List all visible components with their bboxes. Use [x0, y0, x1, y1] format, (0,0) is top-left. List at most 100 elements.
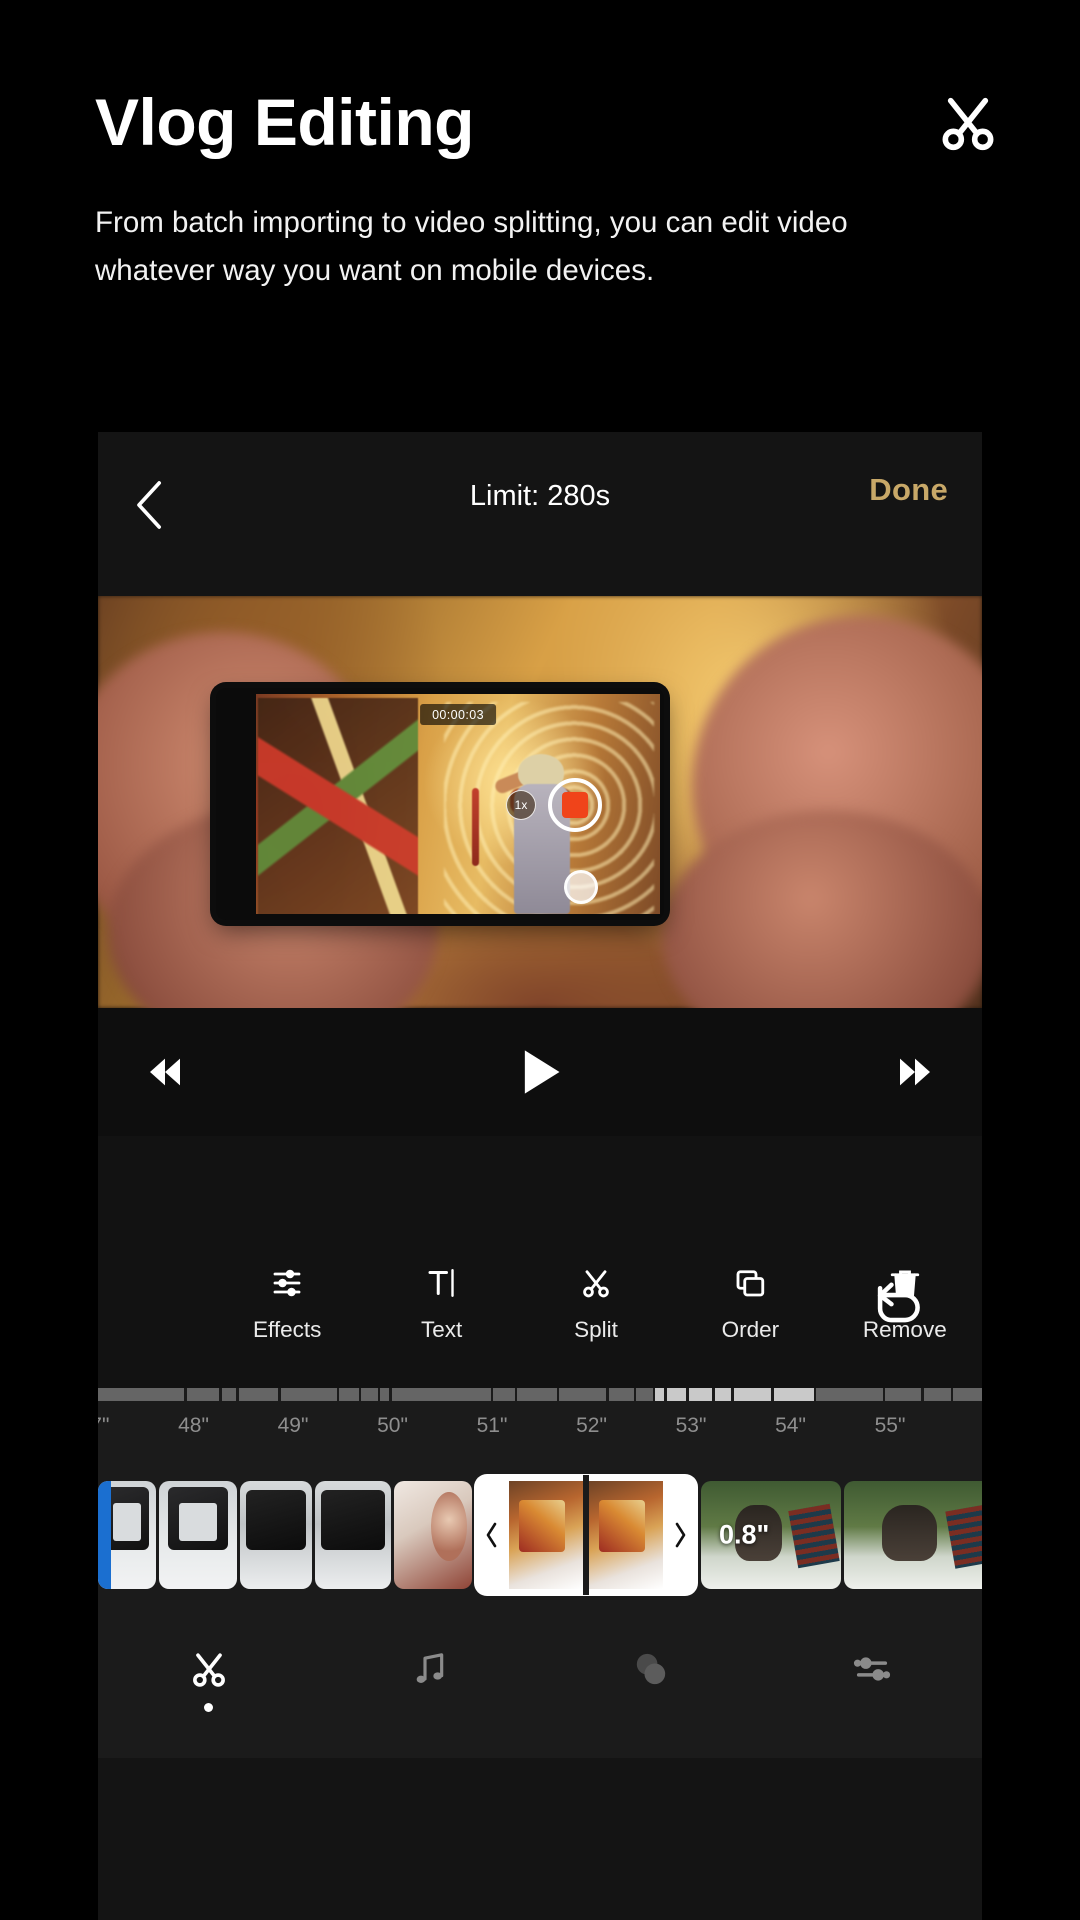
nav-item-edit[interactable]	[98, 1598, 319, 1758]
filmstrip-thumb[interactable]	[240, 1481, 312, 1589]
thumb-art	[159, 1481, 237, 1589]
recording-timecode: 00:00:03	[420, 704, 496, 725]
app-bar: Limit: 280s Done	[98, 432, 982, 596]
skip-backward-icon[interactable]	[142, 1052, 188, 1092]
trim-handle-left[interactable]	[475, 1475, 509, 1595]
clip-segment	[280, 1388, 337, 1401]
promo-page: Vlog Editing From batch importing to vid…	[0, 0, 1080, 1920]
playback-controls	[98, 1008, 982, 1136]
clip-segment	[221, 1388, 237, 1401]
clip-segment	[688, 1388, 713, 1401]
skip-forward-icon[interactable]	[892, 1052, 938, 1092]
filmstrip-right-thumbs[interactable]: 0.8"	[701, 1481, 982, 1589]
trim-handle-right[interactable]	[663, 1475, 697, 1595]
timeline-ruler[interactable]: 47" 48" 49" 50" 51" 52" 53" 54" 55"	[98, 1388, 982, 1472]
thumb-art	[844, 1481, 982, 1589]
thumb-art	[589, 1481, 663, 1589]
bottom-nav	[98, 1598, 982, 1758]
clip-segment	[923, 1388, 951, 1401]
filmstrip-thumb[interactable]	[315, 1481, 391, 1589]
nav-active-dot	[204, 1702, 213, 1712]
stop-record-icon[interactable]	[548, 778, 602, 832]
tool-label: Text	[420, 1317, 463, 1342]
clip-segment	[559, 1388, 607, 1401]
filmstrip-thumb[interactable]	[394, 1481, 472, 1589]
time-tick: 49"	[277, 1414, 309, 1437]
filmstrip-thumb[interactable]	[844, 1481, 982, 1589]
clip-segment	[816, 1388, 883, 1401]
graffiti-art	[258, 698, 418, 914]
tool-split[interactable]: Split	[519, 1262, 673, 1343]
clip-segment	[608, 1388, 634, 1401]
time-tick: 52"	[576, 1414, 607, 1437]
page-subtitle: From batch importing to video splitting,…	[95, 205, 848, 288]
filmstrip[interactable]: 0.8"	[98, 1472, 982, 1598]
app-screenshot-panel: Limit: 280s Done 00:00:03 1x Effects Tex…	[98, 432, 982, 1920]
tool-effects[interactable]: Effects	[210, 1262, 364, 1343]
thumb-art	[509, 1481, 583, 1589]
paint-drip	[472, 788, 479, 866]
inner-phone-screen: 00:00:03 1x	[256, 694, 660, 914]
clip-segment	[380, 1388, 390, 1401]
scissors-icon	[577, 1262, 615, 1304]
selected-clip-thumb	[509, 1481, 583, 1589]
tool-label: Effects	[253, 1317, 322, 1342]
promo-title-row: Vlog Editing	[0, 0, 1080, 159]
page-title: Vlog Editing	[95, 85, 474, 159]
time-tick: 54"	[775, 1414, 806, 1437]
time-tick: 50"	[377, 1414, 408, 1437]
time-tick: 48"	[178, 1414, 209, 1437]
shutter-icon[interactable]	[564, 870, 598, 904]
record-stop-square	[562, 792, 588, 818]
video-preview[interactable]: 00:00:03 1x	[98, 596, 982, 1008]
zoom-level-badge[interactable]: 1x	[506, 790, 536, 820]
tool-label: Order	[721, 1317, 780, 1342]
clip-segment	[885, 1388, 922, 1401]
filters-circles-icon	[628, 1645, 674, 1693]
clip-segment	[714, 1388, 732, 1401]
thumb-accent	[98, 1481, 111, 1589]
clip-segment	[773, 1388, 814, 1401]
adjust-sliders-icon	[850, 1645, 894, 1693]
tool-text[interactable]: Text	[364, 1262, 518, 1343]
nav-item-music[interactable]	[319, 1598, 540, 1758]
promo-header: Vlog Editing From batch importing to vid…	[0, 0, 1080, 296]
filmstrip-left-thumbs[interactable]	[98, 1481, 475, 1589]
clip-segment	[361, 1388, 378, 1401]
clip-segment	[733, 1388, 772, 1401]
clip-segment	[666, 1388, 687, 1401]
clip-segment	[186, 1388, 220, 1401]
clip-segment	[339, 1388, 359, 1401]
selected-clip[interactable]	[475, 1475, 697, 1595]
clip-segment	[517, 1388, 557, 1401]
clip-overview-bar[interactable]	[98, 1388, 982, 1401]
sliders-icon	[268, 1262, 306, 1304]
thumb-art	[394, 1481, 472, 1589]
music-note-icon	[410, 1645, 450, 1693]
limit-label: Limit: 280s	[469, 480, 611, 512]
selected-clip-thumb	[589, 1481, 663, 1589]
filmstrip-thumb[interactable]	[98, 1481, 156, 1589]
nav-item-adjust[interactable]	[761, 1598, 982, 1758]
preview-spacer	[98, 1136, 982, 1254]
clip-segment	[98, 1388, 185, 1401]
time-tick: 55"	[874, 1414, 906, 1437]
layers-icon	[731, 1262, 769, 1304]
thumb-art	[315, 1481, 391, 1589]
time-tick: 53"	[675, 1414, 707, 1437]
nav-item-filters[interactable]	[540, 1598, 761, 1758]
done-button[interactable]: Done	[869, 472, 948, 508]
clip-segment	[655, 1388, 665, 1401]
thumb-art	[240, 1481, 312, 1589]
tool-order[interactable]: Order	[673, 1262, 827, 1343]
edit-tools-row: Effects Text Split Order Remove	[98, 1254, 982, 1388]
clip-duration-badge: 0.8"	[719, 1519, 770, 1550]
inner-phone-device: 00:00:03 1x	[216, 688, 664, 920]
filmstrip-thumb[interactable]	[159, 1481, 237, 1589]
undo-arrow-icon[interactable]	[868, 1278, 924, 1328]
scissors-icon	[187, 1645, 231, 1693]
clip-segment	[391, 1388, 491, 1401]
time-tick: 51"	[476, 1414, 508, 1437]
play-icon[interactable]	[518, 1046, 562, 1098]
clip-segment	[953, 1388, 982, 1401]
